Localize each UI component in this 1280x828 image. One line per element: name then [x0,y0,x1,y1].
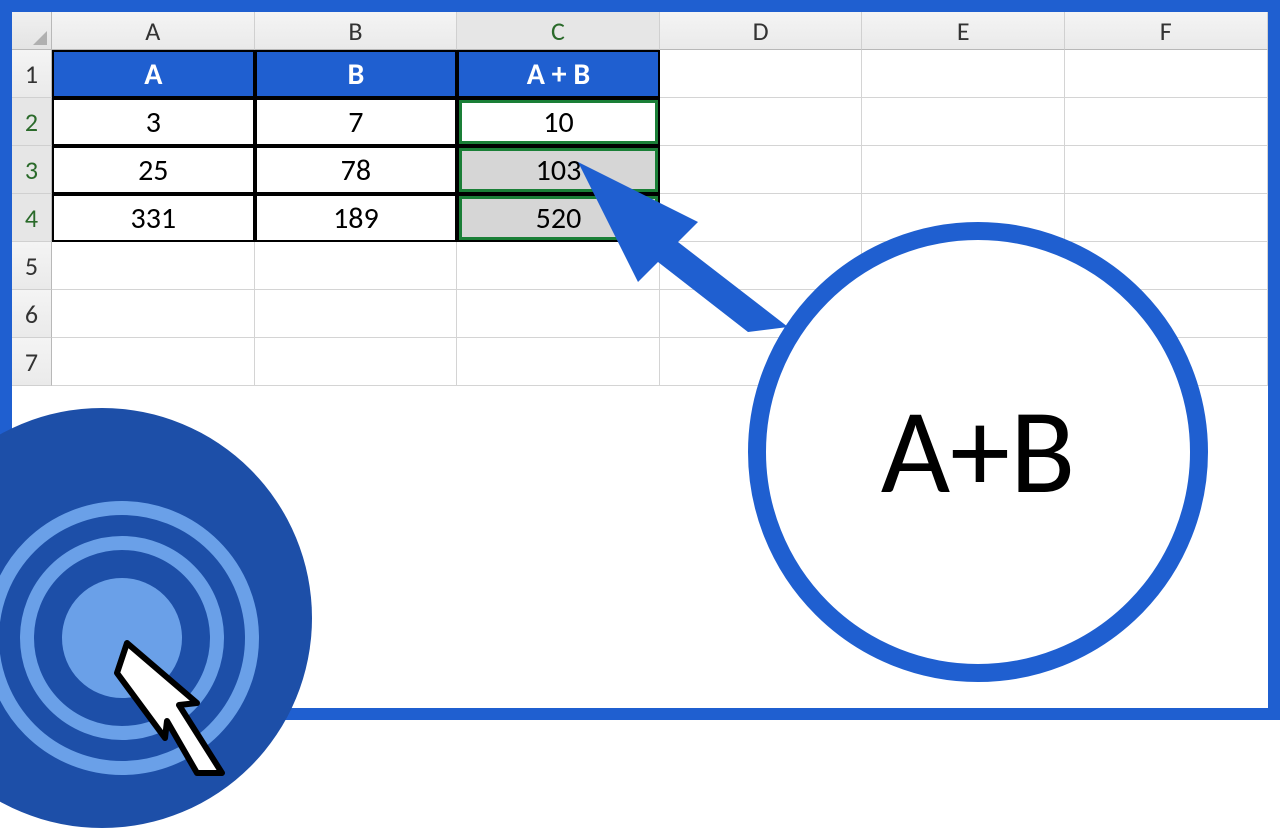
callout-arrow-icon [578,162,798,332]
app-frame: A B C D E F 1 A B A + B 2 3 7 10 3 25 78… [0,0,1280,720]
cell-A3[interactable]: 25 [52,146,255,194]
row-header-4[interactable]: 4 [12,194,52,242]
cell-D1[interactable] [660,50,863,98]
cell-F3[interactable] [1065,146,1268,194]
col-header-D[interactable]: D [660,12,863,50]
annotation-callout: A+B [748,222,1208,682]
annotation-label: A+B [881,379,1075,525]
col-header-F[interactable]: F [1065,12,1268,50]
col-header-B[interactable]: B [255,12,458,50]
cell-A4[interactable]: 331 [52,194,255,242]
cell-B2[interactable]: 7 [255,98,458,146]
cell-A2[interactable]: 3 [52,98,255,146]
cell-B3[interactable]: 78 [255,146,458,194]
cell-D2[interactable] [660,98,863,146]
row-header-2[interactable]: 2 [12,98,52,146]
row-header-5[interactable]: 5 [12,242,52,290]
col-header-C[interactable]: C [457,12,660,50]
row-header-6[interactable]: 6 [12,290,52,338]
cell-C7[interactable] [457,338,660,386]
cell-B5[interactable] [255,242,458,290]
cell-F2[interactable] [1065,98,1268,146]
select-all-corner[interactable] [12,12,52,50]
cell-C2[interactable]: 10 [457,98,660,146]
cell-F4[interactable] [1065,194,1268,242]
cell-A7[interactable] [52,338,255,386]
row-header-7[interactable]: 7 [12,338,52,386]
row-header-3[interactable]: 3 [12,146,52,194]
cell-E2[interactable] [862,98,1065,146]
cell-B7[interactable] [255,338,458,386]
cell-A1[interactable]: A [52,50,255,98]
row-header-1[interactable]: 1 [12,50,52,98]
cell-B1[interactable]: B [255,50,458,98]
cell-F1[interactable] [1065,50,1268,98]
col-header-A[interactable]: A [52,12,255,50]
cell-B4[interactable]: 189 [255,194,458,242]
cell-A5[interactable] [52,242,255,290]
cell-A6[interactable] [52,290,255,338]
cell-E3[interactable] [862,146,1065,194]
cell-C1[interactable]: A + B [457,50,660,98]
cell-B6[interactable] [255,290,458,338]
cell-E1[interactable] [862,50,1065,98]
col-header-E[interactable]: E [862,12,1065,50]
brand-logo-icon [0,408,312,828]
